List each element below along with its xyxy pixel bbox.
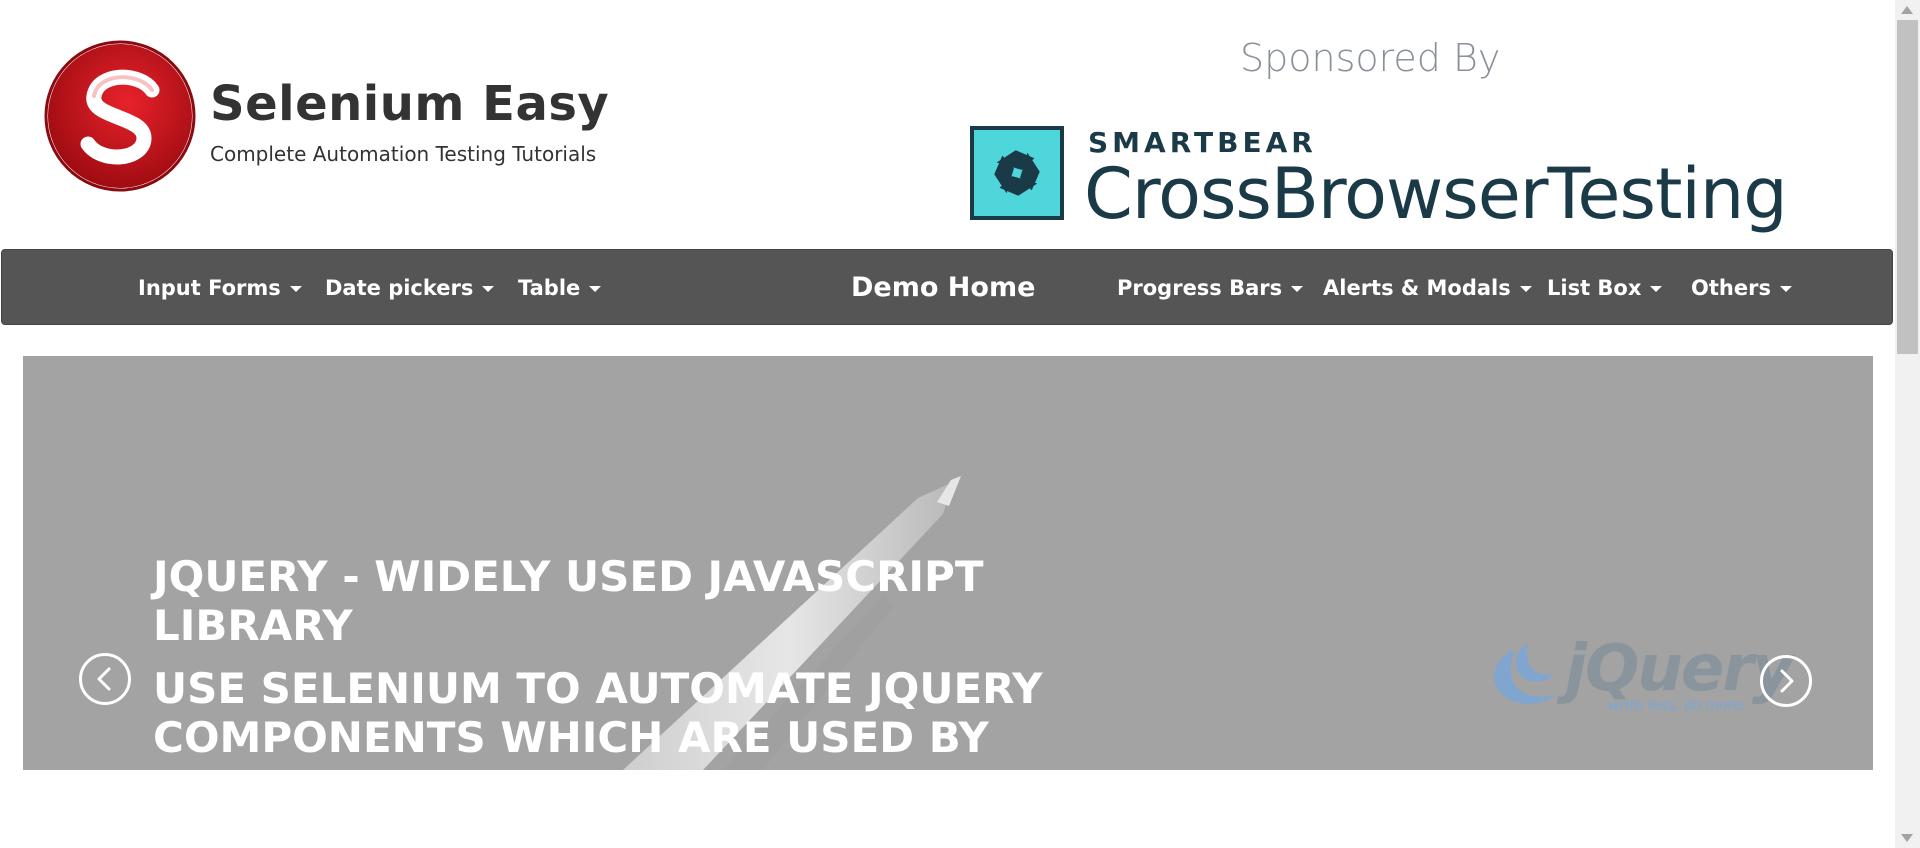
nav-alerts-modals[interactable]: Alerts & Modals <box>1323 250 1532 326</box>
nav-progress-bars-label: Progress Bars <box>1117 276 1283 300</box>
carousel-title: JQUERY - WIDELY USED JAVASCRIPT LIBRARY <box>153 552 984 650</box>
caret-down-icon <box>289 286 302 292</box>
nav-input-forms[interactable]: Input Forms <box>138 250 302 326</box>
nav-others-label: Others <box>1691 276 1771 300</box>
nav-table[interactable]: Table <box>518 250 602 326</box>
carousel-prev-button[interactable] <box>79 653 131 705</box>
nav-list-box-label: List Box <box>1547 276 1642 300</box>
scroll-down-icon[interactable] <box>1901 834 1913 842</box>
nav-list-box[interactable]: List Box <box>1547 250 1663 326</box>
caret-down-icon <box>1519 286 1532 292</box>
main-navbar: Input Forms Date pickers Table Demo Home… <box>1 249 1893 325</box>
caret-down-icon <box>1650 286 1663 292</box>
jquery-wordmark: jQuery <box>1565 632 1794 706</box>
nav-alerts-modals-label: Alerts & Modals <box>1323 276 1511 300</box>
sponsored-by-label: Sponsored By <box>1240 36 1501 80</box>
brand-title: Selenium Easy <box>210 76 610 132</box>
caret-down-icon <box>482 286 495 292</box>
page: Selenium Easy Complete Automation Testin… <box>0 0 1920 848</box>
chevron-right-icon <box>1780 669 1794 693</box>
nav-input-forms-label: Input Forms <box>138 276 281 300</box>
crossbrowsertesting-logo-icon[interactable] <box>970 126 1064 220</box>
carousel-next-button[interactable] <box>1760 655 1812 707</box>
carousel-body: USE SELENIUM TO AUTOMATE JQUERY COMPONEN… <box>153 664 1043 762</box>
scrollbar-thumb[interactable] <box>1897 20 1918 354</box>
nav-date-pickers-label: Date pickers <box>325 276 474 300</box>
caret-down-icon <box>1291 286 1304 292</box>
brand-subtitle: Complete Automation Testing Tutorials <box>210 142 597 166</box>
selenium-easy-logo-icon[interactable] <box>40 38 205 193</box>
nav-table-label: Table <box>518 276 581 300</box>
nav-date-pickers[interactable]: Date pickers <box>325 250 495 326</box>
nav-demo-home[interactable]: Demo Home <box>851 250 1035 326</box>
nav-progress-bars[interactable]: Progress Bars <box>1117 250 1304 326</box>
jquery-tagline: write less, do more. <box>1608 698 1747 714</box>
scroll-up-icon[interactable] <box>1901 6 1913 14</box>
hero-carousel: JQUERY - WIDELY USED JAVASCRIPT LIBRARY … <box>23 356 1873 770</box>
caret-down-icon <box>1779 286 1792 292</box>
sponsor-product-text[interactable]: CrossBrowserTesting <box>1084 153 1788 235</box>
chevron-left-icon <box>97 667 111 691</box>
nav-others[interactable]: Others <box>1691 250 1792 326</box>
caret-down-icon <box>589 286 602 292</box>
